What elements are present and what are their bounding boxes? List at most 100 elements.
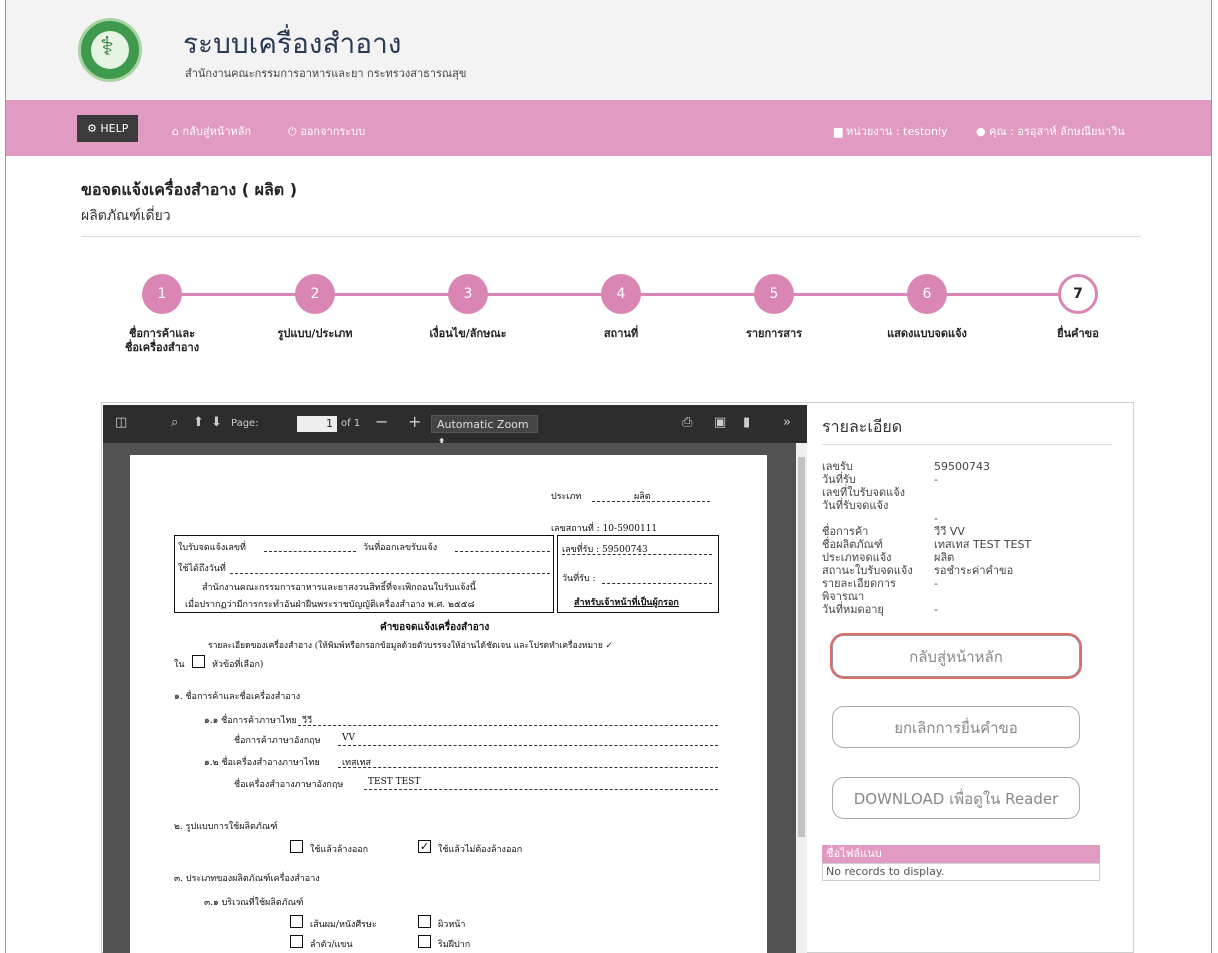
detail-label: ชื่อการค้า [822,525,869,538]
detail-label: เลขรับ [822,460,853,473]
user-icon: ● [976,125,990,138]
rcv-date: วันที่รับ : [562,574,596,584]
form-instruction: รายละเอียดของเครื่องสำอาง (ให้พิมพ์หรือก… [208,641,613,651]
building-icon: ▆ [834,125,846,138]
doc-line2: เมื่อปรากฏว่ามีการกระทำอันฝ่าฝืนพระราชบั… [185,600,475,610]
zoom-in-icon[interactable]: + [408,412,421,431]
detail-value: - [934,603,938,616]
issue-date-label: วันที่ออกเลขรับแจ้ง [363,543,438,553]
detail-panel: รายละเอียด เลขรับ 59500743 วันที่รับ - เ… [812,403,1132,952]
s3-opt2-checkbox [418,915,431,928]
step-7[interactable]: 7 [1058,274,1098,314]
s3-opt3-label: ลำตัว/แขน [310,940,353,950]
logout-label: ออกจากระบบ [300,125,366,138]
site-subtitle: สำนักงานคณะกรรมการอาหารและยา กระทรวงสาธา… [185,67,467,80]
attachment-empty-row: No records to display. [822,863,1100,881]
pdf-page: ประเภท ผลิต เลขสถานที่ : 10-5900111 ใบรั… [130,455,767,953]
detail-label: ประเภทจดแจ้ง [822,551,892,564]
s1-1en-label: ชื่อการค้าภาษาอังกฤษ [234,736,321,746]
scrollbar-thumb[interactable] [798,457,805,837]
step-2[interactable]: 2 [295,274,335,314]
help-button[interactable]: ⚙ HELP [77,115,139,142]
download-reader-button[interactable]: DOWNLOAD เพื่อดูใน Reader [832,777,1080,819]
gear-icon: ⚙ [87,122,101,135]
pdf-canvas[interactable]: ประเภท ผลิต เลขสถานที่ : 10-5900111 ใบรั… [103,443,796,953]
cancel-request-button[interactable]: ยกเลิกการยื่นคำขอ [832,706,1080,748]
tools-icon[interactable]: » [783,415,791,430]
doc-type-value: ผลิต [634,492,651,502]
step-3[interactable]: 3 [448,274,488,314]
detail-value: เทสเทส TEST TEST [934,538,1032,551]
s3-opt4-checkbox [418,935,431,948]
home-icon: ⌂ [172,125,183,138]
page-count: of 1 [341,418,361,429]
section-3: ๓. ประเภทของผลิตภัณฑ์เครื่องสำอาง [174,874,320,884]
s1-1en-value: VV [342,733,355,743]
page-number-input[interactable]: 1 [297,416,337,432]
s2-opt1-label: ใช้แล้วล้างออก [310,845,369,855]
caduceus-icon: ⚕ [100,32,115,62]
detail-label: รายละเอียดการ [822,577,896,590]
user-label: คุณ : อรอุสาห์ ลักษณียนาวิน [989,125,1125,138]
divider [81,236,1141,237]
site-header: ⚕ ระบบเครื่องสำอาง สำนักงานคณะกรรมการอาห… [6,0,1211,100]
download-icon[interactable]: ▣ [714,415,726,430]
help-label: HELP [100,122,129,135]
section-1: ๑. ชื่อการค้าและชื่อเครื่องสำอาง [174,692,301,702]
step-1[interactable]: 1 [142,274,182,314]
detail-label: ชื่อผลิตภัณฑ์ [822,538,883,551]
arrow-up-icon[interactable]: ⬆ [193,415,204,430]
attachment-table-header: ชื่อไฟล์แนบ [822,845,1100,863]
detail-divider [822,444,1112,445]
browser-frame: ⚕ ระบบเครื่องสำอาง สำนักงานคณะกรรมการอาห… [5,0,1212,953]
step-6[interactable]: 6 [907,274,947,314]
officer-note: สำหรับเจ้าหน้าที่เป็นผู้กรอก [574,598,679,608]
s1-2en-label: ชื่อเครื่องสำอางภาษาอังกฤษ [234,780,344,790]
step-5[interactable]: 5 [754,274,794,314]
s2-opt2-label: ใช้แล้วไม่ต้องล้างออก [438,845,523,855]
step-4-label: สถานที่ [603,327,639,340]
step-7-label: ยื่นคำขอ [1057,327,1099,340]
bookmark-icon[interactable]: ▮ [743,415,750,430]
s1-2en-value: TEST TEST [368,777,421,787]
s3-opt1-label: เส้นผม/หนังศีรษะ [310,920,377,930]
logout-link[interactable]: ⏻ ออกจากระบบ [288,122,365,140]
zoom-out-icon[interactable]: − [375,412,388,431]
step-4[interactable]: 4 [601,274,641,314]
print-icon[interactable]: ⎙ [682,415,692,430]
home-label: กลับสู่หน้าหลัก [182,125,252,138]
detail-label: พิจารณา [822,590,865,603]
s1-1-label: ๑.๑ ชื่อการค้าภาษาไทย [204,716,297,726]
detail-value: วีวี VV [934,525,965,538]
instruction-prefix: ใน [174,660,185,670]
review-panel: ◫ ⌕ ⬆ ⬇ Page: 1 of 1 − + Automatic Zoom … [101,402,1134,953]
detail-label: เลขที่ใบรับจดแจ้ง [822,486,906,499]
pdf-viewer: ◫ ⌕ ⬆ ⬇ Page: 1 of 1 − + Automatic Zoom … [103,405,807,953]
step-5-label: รายการสาร [745,327,803,340]
navbar: ⚙ HELP ⌂ กลับสู่หน้าหลัก ⏻ ออกจากระบบ ▆ … [6,100,1211,156]
s3-1-label: ๓.๑ บริเวณที่ใช้ผลิตภัณฑ์ [204,898,304,908]
page-subtitle: ผลิตภัณฑ์เดี่ยว [81,208,171,224]
detail-label: วันที่รับจดแจ้ง [822,499,889,512]
receipt-no-label: ใบรับจดแจ้งเลขที่ [178,543,246,553]
home-link[interactable]: ⌂ กลับสู่หน้าหลัก [172,122,251,140]
detail-title: รายละเอียด [822,417,903,436]
detail-value: - [934,512,938,525]
zoom-select[interactable]: Automatic Zoom ⬍ [431,415,538,449]
pdf-scrollbar[interactable] [796,443,807,953]
doc-type-label: ประเภท [551,492,582,502]
detail-value: ผลิต [934,551,955,564]
detail-label: วันที่รับ [822,473,856,486]
search-icon[interactable]: ⌕ [171,415,178,430]
s2-opt2-checkbox: ✓ [418,840,431,853]
sidebar-toggle-icon[interactable]: ◫ [115,415,127,430]
step-6-label: แสดงแบบจดแจ้ง [887,327,967,340]
back-home-button[interactable]: กลับสู่หน้าหลัก [832,635,1080,677]
zoom-value: Automatic Zoom [437,418,529,431]
s3-opt3-checkbox [290,935,303,948]
s3-opt1-checkbox [290,915,303,928]
instruction-suffix: หัวข้อที่เลือก) [212,660,264,670]
pdf-toolbar: ◫ ⌕ ⬆ ⬇ Page: 1 of 1 − + Automatic Zoom … [103,405,807,449]
user-info: ● คุณ : อรอุสาห์ ลักษณียนาวิน [976,122,1125,140]
arrow-down-icon[interactable]: ⬇ [211,415,222,430]
